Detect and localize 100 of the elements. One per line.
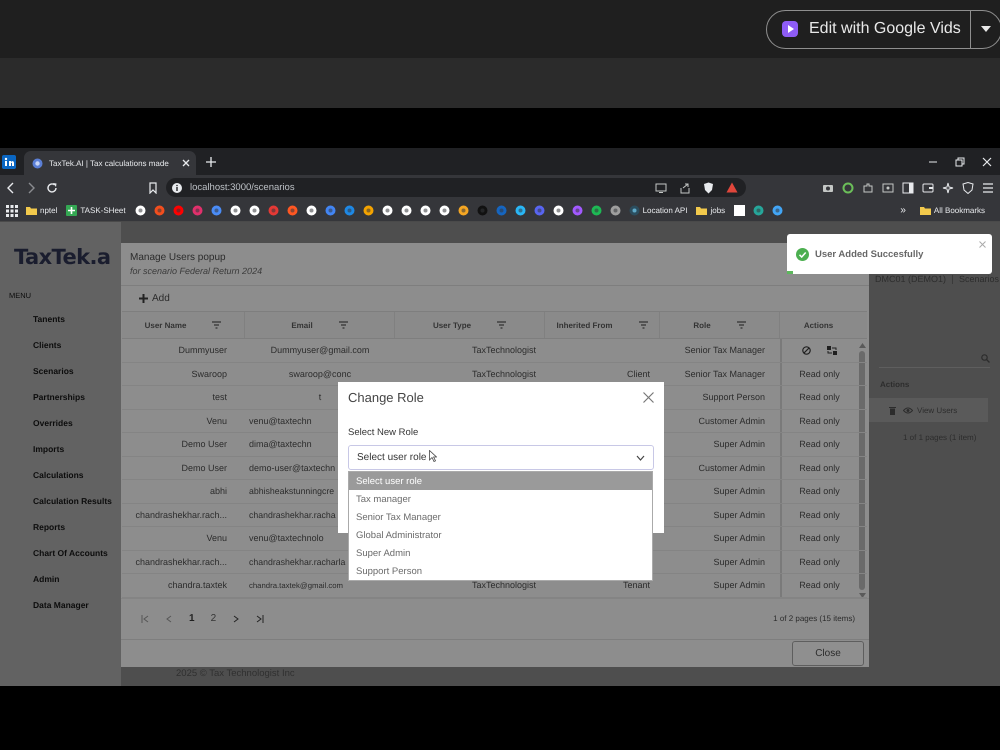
table-cell: TaxTechnologist: [472, 345, 536, 356]
table-cell: TaxTechnologist: [472, 580, 536, 590]
filter-icon[interactable]: [638, 321, 648, 329]
table-cell: Dummyuser@gmail.com: [270, 345, 370, 356]
role-select[interactable]: Select user role: [348, 445, 654, 470]
site-icon[interactable]: [514, 205, 526, 216]
dropdown-option[interactable]: Support Person: [349, 562, 652, 580]
dropdown-option[interactable]: Global Administrator: [349, 526, 652, 544]
column-header[interactable]: Email: [291, 320, 313, 330]
wallet-icon[interactable]: [922, 182, 934, 194]
menu-item[interactable]: Admin: [33, 572, 60, 598]
menu-item[interactable]: Reports: [33, 520, 66, 546]
filter-icon[interactable]: [736, 321, 746, 329]
address-field[interactable]: localhost:3000/scenarios: [166, 178, 746, 197]
bookmark-item[interactable]: Location API: [628, 205, 688, 216]
menu-item[interactable]: Calculations: [33, 468, 84, 494]
filter-icon[interactable]: [497, 321, 506, 329]
table-cell: Super Admin: [713, 533, 765, 544]
square-icon[interactable]: [734, 205, 746, 216]
site-icon[interactable]: [230, 205, 241, 216]
table-cell: Super Admin: [713, 510, 765, 520]
column-header[interactable]: User Name: [144, 320, 186, 330]
bookmark-item[interactable]: nptel: [26, 205, 58, 216]
table-cell: Swaroop: [191, 368, 227, 379]
pinned-tab-icon[interactable]: [2, 154, 16, 168]
site-icon[interactable]: [420, 205, 431, 216]
info-icon[interactable]: [172, 182, 182, 192]
filter-icon[interactable]: [212, 321, 222, 329]
column-header[interactable]: Role: [693, 320, 711, 330]
site-icon[interactable]: [458, 205, 469, 216]
edit-button[interactable]: Edit with Google Vids: [767, 10, 970, 48]
site-icon[interactable]: [248, 205, 260, 216]
screenshot-icon[interactable]: [882, 182, 894, 194]
back-icon[interactable]: [6, 182, 16, 194]
sidebar-icon[interactable]: [902, 182, 914, 194]
install-icon[interactable]: [655, 182, 667, 192]
dropdown-option[interactable]: Tax manager: [349, 490, 652, 508]
page-button[interactable]: 1: [189, 613, 195, 624]
next-page-icon[interactable]: [232, 614, 240, 622]
table-cell: TaxTechnologist: [472, 368, 536, 379]
new-tab-icon[interactable]: [206, 156, 216, 166]
sparkle-icon[interactable]: [942, 182, 954, 194]
bookmark-item[interactable]: TASK-SHeet: [66, 205, 126, 216]
menu-item[interactable]: Tanents: [33, 312, 65, 338]
add-button[interactable]: Add: [139, 293, 170, 304]
ring-icon[interactable]: [842, 182, 854, 194]
filter-icon[interactable]: [338, 321, 348, 329]
menu-item[interactable]: Data Manager: [33, 598, 89, 624]
menu-item[interactable]: Scenarios: [33, 364, 74, 390]
menu-item[interactable]: Chart Of Accounts: [33, 546, 108, 572]
share-icon[interactable]: [679, 182, 691, 194]
forward-icon[interactable]: [26, 182, 36, 194]
browser-tab[interactable]: TaxTek.AI | Tax calculations made: [24, 151, 196, 175]
bookmark-item[interactable]: jobs: [696, 205, 726, 216]
site-icon[interactable]: [438, 205, 450, 216]
caret-icon: [980, 25, 992, 33]
more-bookmarks-button[interactable]: »: [900, 205, 906, 216]
menu-item[interactable]: Calculation Results: [33, 494, 112, 520]
table-cell: chandra.taxtek: [168, 580, 227, 590]
dropdown-option[interactable]: Select user role: [349, 472, 652, 490]
shield-icon[interactable]: [962, 182, 974, 194]
site-icon[interactable]: [382, 205, 393, 216]
reload-icon[interactable]: [46, 182, 58, 194]
dropdown-option[interactable]: Senior Tax Manager: [349, 508, 652, 526]
favicon-icon: [32, 158, 43, 168]
swap-icon[interactable]: [827, 346, 837, 355]
table-cell: Demo User: [181, 462, 227, 473]
shield-icon[interactable]: [703, 182, 714, 194]
page-button[interactable]: 2: [210, 613, 216, 624]
menu-item[interactable]: Clients: [33, 338, 62, 364]
last-page-icon[interactable]: [256, 614, 264, 622]
site-icon[interactable]: [552, 205, 564, 216]
triangle-icon[interactable]: [726, 182, 738, 193]
table-cell: Demo User: [181, 439, 227, 450]
table-cell: abhi: [210, 486, 227, 496]
site-icon[interactable]: [362, 205, 374, 216]
block-icon[interactable]: [802, 346, 811, 355]
table-cell: Read only: [799, 580, 840, 590]
folder-icon: [696, 205, 708, 216]
menu-item[interactable]: Imports: [33, 442, 64, 468]
menu-icon[interactable]: [982, 182, 994, 194]
column-header[interactable]: User Type: [432, 320, 472, 330]
restore-icon[interactable]: [955, 156, 965, 166]
site-icon[interactable]: [400, 205, 412, 216]
site-icon[interactable]: [306, 205, 317, 216]
column-header[interactable]: Actions: [804, 320, 834, 330]
menu-item[interactable]: Partnerships: [33, 390, 85, 416]
site-icon[interactable]: [134, 205, 146, 216]
extension-icon[interactable]: [862, 182, 874, 194]
bookmark-item[interactable]: All Bookmarks: [920, 205, 985, 216]
column-header[interactable]: Inherited From: [556, 320, 612, 330]
dropdown-option[interactable]: Super Admin: [349, 544, 652, 562]
menu-item[interactable]: Overrides: [33, 416, 73, 442]
bookmark-icon[interactable]: [148, 182, 158, 194]
play-icon: [781, 20, 799, 38]
table-cell: Read only: [799, 486, 840, 496]
globe-icon: [628, 205, 640, 216]
close-button[interactable]: Close: [792, 640, 864, 666]
apps-icon[interactable]: [6, 204, 18, 216]
table-cell: Read only: [799, 368, 840, 379]
